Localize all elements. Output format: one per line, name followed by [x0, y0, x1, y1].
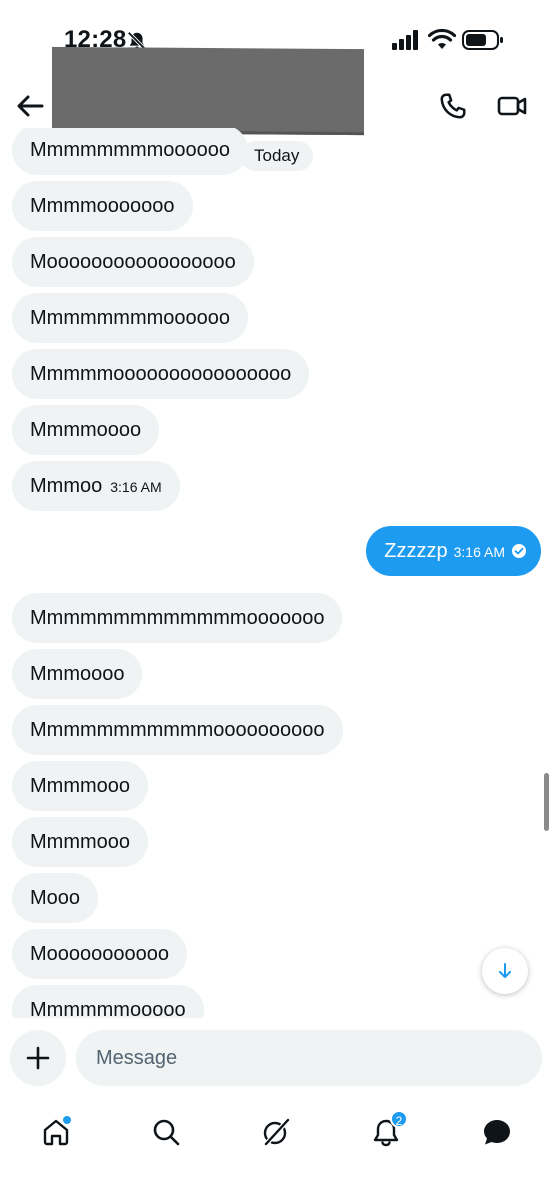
- message-bubble[interactable]: Mmmmmmmmmmmmmooooooo: [12, 593, 343, 643]
- message-bubble[interactable]: Mooooooooooooooooo: [12, 237, 254, 287]
- message-composer: [0, 1018, 553, 1098]
- message-bubble[interactable]: Mmmmmoooooooooooooooo: [12, 349, 310, 399]
- back-arrow-icon[interactable]: [14, 90, 46, 122]
- nav-home[interactable]: [34, 1110, 78, 1154]
- redacted-contact-name: [52, 46, 364, 136]
- scrollbar[interactable]: [544, 773, 549, 831]
- message-bubble[interactable]: Mmmmmmooooo: [12, 985, 204, 1018]
- nav-grok[interactable]: [254, 1110, 298, 1154]
- bottom-navigation: 2: [0, 1098, 553, 1200]
- cellular-signal-icon: [392, 30, 418, 50]
- message-bubble[interactable]: Mmmmmmmmmmmoooooooooo: [12, 705, 343, 755]
- message-bubble[interactable]: Mmmoo 3:16 AM: [12, 461, 180, 511]
- sent-message-bubble[interactable]: Zzzzzp 3:16 AM: [366, 526, 541, 576]
- arrow-down-icon: [499, 963, 511, 978]
- battery-icon: [462, 30, 503, 50]
- message-bubble[interactable]: Mmmmooo: [12, 761, 149, 811]
- message-bubble[interactable]: Mooo: [12, 873, 99, 923]
- message-bubble[interactable]: Mmmmooooooo: [12, 181, 193, 231]
- search-icon: [153, 1119, 180, 1146]
- message-bubble[interactable]: Mmmmmmmmoooooo: [12, 293, 249, 343]
- read-check-icon: [512, 544, 526, 558]
- grok-icon: [263, 1118, 290, 1146]
- message-input[interactable]: [76, 1030, 542, 1086]
- messages-bubble-icon: [484, 1120, 510, 1145]
- plus-icon: [26, 1046, 50, 1070]
- wifi-icon: [428, 28, 456, 49]
- nav-notifications[interactable]: 2: [364, 1110, 408, 1154]
- add-attachment-button[interactable]: [10, 1030, 66, 1086]
- message-bubble[interactable]: Mmmmmmmmoooooo: [12, 128, 249, 175]
- nav-messages[interactable]: [475, 1110, 519, 1154]
- message-timestamp: 3:16 AM: [110, 479, 162, 495]
- message-list[interactable]: Mmmmmmmmoooooo Today Mmmmooooooo Moooooo…: [0, 128, 553, 1018]
- message-bubble[interactable]: Mmmmoooo: [12, 405, 160, 455]
- message-bubble[interactable]: Mmmoooo: [12, 649, 143, 699]
- day-divider: Today: [240, 141, 314, 171]
- notifications-badge: 2: [390, 1110, 408, 1128]
- message-bubble[interactable]: Mooooooooooo: [12, 929, 188, 979]
- video-call-icon[interactable]: [496, 90, 528, 122]
- message-timestamp: 3:16 AM: [453, 544, 505, 560]
- home-unread-dot: [63, 1116, 71, 1124]
- phone-call-icon[interactable]: [438, 90, 468, 122]
- message-bubble[interactable]: Mmmmooo: [12, 817, 149, 867]
- scroll-to-bottom-button[interactable]: [482, 948, 528, 994]
- nav-search[interactable]: [144, 1110, 188, 1154]
